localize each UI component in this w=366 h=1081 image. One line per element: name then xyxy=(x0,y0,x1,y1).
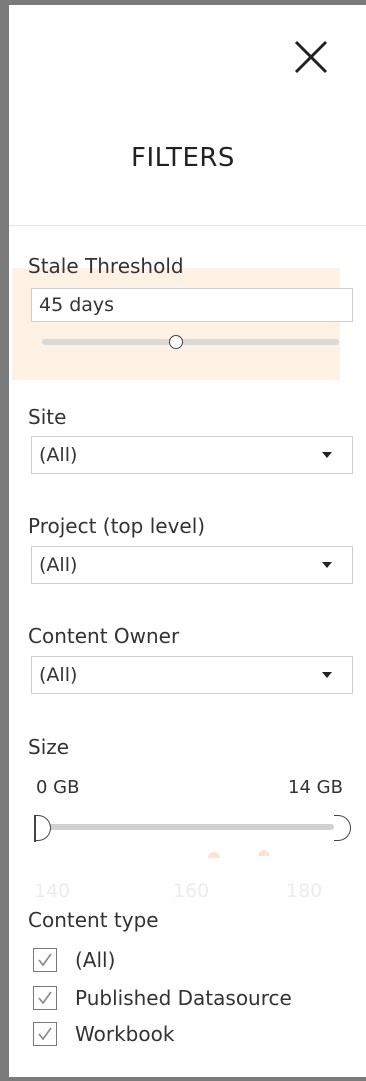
stale-threshold-highlight xyxy=(12,268,340,380)
size-max-value: 14 GB xyxy=(288,777,343,798)
content-type-option-all[interactable]: (All) xyxy=(33,946,115,974)
checkbox-label: Workbook xyxy=(75,1022,175,1046)
background-tick-label: 160 xyxy=(173,880,210,902)
background-tick-label: 140 xyxy=(34,880,71,902)
content-owner-dropdown[interactable]: (All) xyxy=(31,656,353,694)
project-dropdown-value: (All) xyxy=(39,554,78,576)
project-dropdown[interactable]: (All) xyxy=(31,546,353,584)
site-dropdown-value: (All) xyxy=(39,444,78,466)
close-button[interactable] xyxy=(291,37,331,77)
chevron-down-icon xyxy=(322,672,332,678)
size-label: Size xyxy=(28,735,70,759)
content-type-option-workbook[interactable]: Workbook xyxy=(33,1020,174,1048)
checkmark-icon xyxy=(38,953,52,967)
size-min-value: 0 GB xyxy=(36,777,80,798)
stale-threshold-slider-thumb[interactable] xyxy=(168,335,183,349)
site-label: Site xyxy=(28,405,67,429)
stale-threshold-input[interactable]: 45 days xyxy=(31,288,353,322)
site-dropdown[interactable]: (All) xyxy=(31,436,353,474)
checkbox-label: Published Datasource xyxy=(75,986,292,1010)
checkmark-icon xyxy=(38,991,52,1005)
checkbox-label: (All) xyxy=(75,948,116,972)
header-divider xyxy=(9,225,366,226)
checkmark-icon xyxy=(38,1027,52,1041)
checkbox[interactable] xyxy=(33,948,57,972)
window-frame-bottom xyxy=(0,1077,366,1081)
chevron-down-icon xyxy=(322,452,332,458)
background-mark xyxy=(258,850,270,856)
background-tick-label: 180 xyxy=(286,880,323,902)
stale-threshold-slider-track[interactable] xyxy=(42,339,339,345)
chevron-down-icon xyxy=(322,562,332,568)
checkbox[interactable] xyxy=(33,1022,57,1046)
stale-threshold-label: Stale Threshold xyxy=(28,254,184,278)
close-icon xyxy=(294,40,328,74)
panel-title: FILTERS xyxy=(131,143,235,173)
content-type-label: Content type xyxy=(28,908,159,932)
project-label: Project (top level) xyxy=(28,514,206,538)
content-type-option-published-datasource[interactable]: Published Datasource xyxy=(33,984,292,1012)
checkbox[interactable] xyxy=(33,986,57,1010)
size-range-track[interactable] xyxy=(44,824,334,830)
content-owner-label: Content Owner xyxy=(28,624,180,648)
content-owner-dropdown-value: (All) xyxy=(39,664,78,686)
background-mark xyxy=(208,852,220,858)
